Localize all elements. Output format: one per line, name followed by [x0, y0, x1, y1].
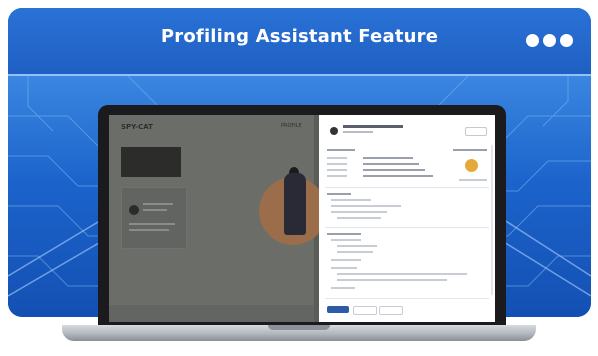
- card-title: Profiling Assistant Feature: [160, 26, 439, 47]
- laptop-notch: [268, 325, 330, 330]
- app-header-right: PROFILE: [281, 123, 302, 129]
- panel-subtitle: [343, 131, 373, 133]
- panel-action-button[interactable]: [465, 127, 487, 136]
- app-footer: [109, 305, 314, 322]
- profile-photo-body: [284, 173, 306, 235]
- app-avatar-icon: [129, 205, 139, 215]
- app-profile-card: [121, 187, 187, 249]
- panel-option-button[interactable]: [353, 306, 377, 315]
- panel-option-button[interactable]: [379, 306, 403, 315]
- verified-seal-icon: [465, 159, 478, 172]
- more-dots-icon[interactable]: [526, 34, 573, 47]
- laptop-lid: SPY-CAT PROFILE: [98, 105, 506, 327]
- panel-scrollbar[interactable]: [491, 145, 493, 295]
- panel-title: [343, 125, 403, 128]
- dot: [543, 34, 556, 47]
- laptop-screen: SPY-CAT PROFILE: [109, 115, 495, 322]
- panel-avatar-icon: [330, 127, 338, 135]
- dot: [560, 34, 573, 47]
- panel-primary-button[interactable]: [327, 306, 349, 313]
- dot: [526, 34, 539, 47]
- profiling-assistant-panel: [319, 115, 495, 322]
- card-header: Profiling Assistant Feature: [8, 8, 591, 74]
- app-logo: SPY-CAT: [121, 123, 153, 131]
- app-image-block: [121, 147, 181, 177]
- laptop-mockup: SPY-CAT PROFILE: [98, 105, 506, 327]
